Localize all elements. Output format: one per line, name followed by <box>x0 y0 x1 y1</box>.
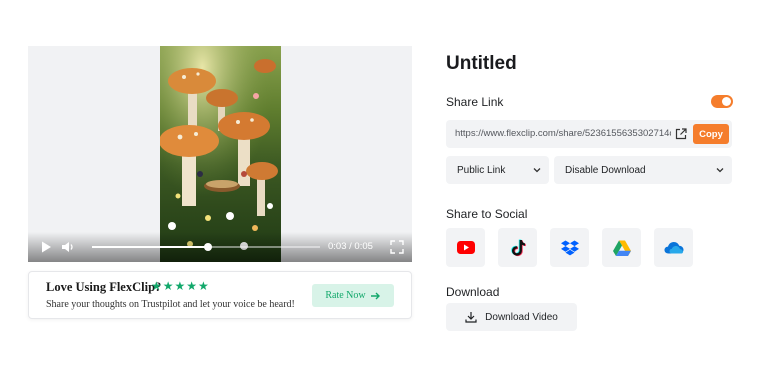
share-link-url[interactable]: https://www.flexclip.com/share/523615563… <box>455 128 671 139</box>
rating-stars: ★★★★★ <box>151 279 210 293</box>
play-icon[interactable] <box>38 239 54 255</box>
download-icon <box>465 312 477 323</box>
share-google-drive-button[interactable] <box>602 228 641 267</box>
rating-title: Love Using FlexClip? <box>46 280 162 294</box>
progress-fill <box>92 246 209 248</box>
copy-button[interactable]: Copy <box>693 124 729 144</box>
share-link-field[interactable]: https://www.flexclip.com/share/523615563… <box>446 120 732 148</box>
download-permission-select[interactable]: Disable Download <box>554 156 732 184</box>
chevron-down-icon <box>533 168 541 173</box>
link-access-select[interactable]: Public Link <box>446 156 549 184</box>
share-onedrive-button[interactable] <box>654 228 693 267</box>
volume-icon[interactable] <box>60 239 76 255</box>
google-drive-icon <box>612 240 631 256</box>
share-youtube-button[interactable] <box>446 228 485 267</box>
onedrive-icon <box>664 242 683 254</box>
fullscreen-icon[interactable] <box>389 239 405 255</box>
download-video-label: Download Video <box>485 311 558 323</box>
time-display: 0:03 / 0:05 <box>328 241 373 252</box>
youtube-icon <box>456 241 475 254</box>
video-thumbnail-image <box>160 46 281 262</box>
page-title: Untitled <box>446 53 517 74</box>
rate-now-button[interactable]: Rate Now <box>312 284 394 307</box>
progress-bar[interactable] <box>92 243 320 251</box>
arrow-right-icon <box>370 292 380 299</box>
progress-handle[interactable] <box>204 243 213 251</box>
rating-card: Love Using FlexClip? ★★★★★ Share your th… <box>28 271 412 319</box>
link-access-value: Public Link <box>457 165 506 176</box>
player-controls: 0:03 / 0:05 <box>28 232 412 262</box>
share-link-label: Share Link <box>446 95 504 109</box>
share-to-social-label: Share to Social <box>446 207 528 221</box>
download-label: Download <box>446 285 500 299</box>
dropbox-icon <box>560 240 579 255</box>
download-permission-value: Disable Download <box>565 165 646 176</box>
tiktok-icon <box>510 239 526 256</box>
toggle-knob <box>722 97 731 106</box>
download-video-button[interactable]: Download Video <box>446 303 577 331</box>
chevron-down-icon <box>716 168 724 173</box>
open-external-icon[interactable] <box>674 127 688 141</box>
share-link-toggle[interactable] <box>711 95 733 108</box>
rating-subtitle: Share your thoughts on Trustpilot and le… <box>46 299 295 310</box>
video-player[interactable]: 0:03 / 0:05 <box>28 46 412 262</box>
rate-now-label: Rate Now <box>325 290 366 301</box>
share-dropbox-button[interactable] <box>550 228 589 267</box>
video-frame[interactable] <box>160 46 281 262</box>
share-tiktok-button[interactable] <box>498 228 537 267</box>
